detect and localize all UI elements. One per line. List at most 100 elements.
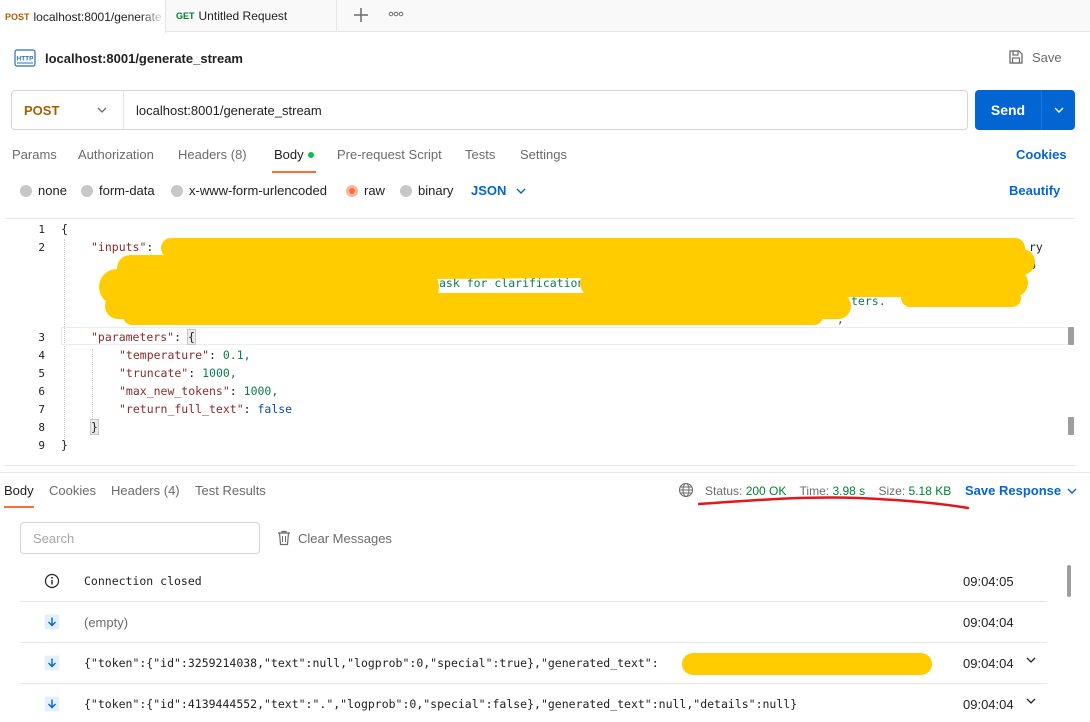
format-select[interactable]: JSON (471, 183, 526, 198)
format-label: JSON (471, 183, 507, 198)
message-time: 09:04:04 (963, 615, 1014, 630)
more-tabs-button[interactable] (388, 8, 404, 24)
section-divider (0, 472, 1090, 473)
radio-label: x-www-form-urlencoded (189, 183, 327, 198)
response-tab-body[interactable]: Body (4, 483, 34, 498)
code-brace: { (61, 222, 68, 236)
radio-label: binary (418, 183, 454, 198)
chevron-down-icon (97, 107, 107, 113)
radio-dot (400, 184, 412, 197)
tab-params[interactable]: Params (12, 147, 57, 162)
clear-messages-button[interactable]: Clear Messages (277, 530, 392, 546)
line-number: 2 (38, 241, 45, 254)
radio-form-data[interactable]: form-data (81, 183, 155, 198)
chevron-down-icon[interactable] (1026, 698, 1036, 704)
code-editor[interactable]: 1 2 3 4 5 6 7 8 9 { "inputs": ry p ask f… (5, 218, 1075, 466)
redaction-mark (682, 653, 932, 675)
tab-headers[interactable]: Headers (8) (178, 147, 247, 162)
message-row[interactable]: {"token":{"id":3259214038,"text":null,"l… (20, 643, 1047, 684)
message-row[interactable]: Connection closed 09:04:05 (20, 561, 1047, 602)
code-brace: { (186, 329, 196, 345)
active-tab-indicator (272, 171, 316, 173)
tab-prerequest-script[interactable]: Pre-request Script (337, 147, 442, 162)
request-title[interactable]: localhost:8001/generate_stream (45, 51, 243, 66)
method-select[interactable]: POST (12, 91, 124, 129)
radio-dot (171, 184, 183, 197)
send-options-button[interactable] (1042, 107, 1075, 113)
save-label: Save (1032, 49, 1062, 65)
svg-text:HTTP: HTTP (17, 56, 35, 63)
editor-scrollbar[interactable] (1068, 417, 1074, 435)
tab-body-label: Body (274, 147, 304, 162)
method-label: POST (24, 102, 60, 118)
save-icon (1009, 50, 1023, 64)
message-row[interactable]: (empty) 09:04:04 (20, 602, 1047, 643)
redaction-mark (123, 307, 823, 325)
line-number: 1 (38, 223, 45, 236)
json-key: "truncate" (119, 366, 189, 380)
message-time: 09:04:05 (963, 574, 1014, 589)
radio-binary[interactable]: binary (400, 183, 453, 198)
http-request-icon: HTTP (14, 49, 36, 67)
redaction-mark (901, 289, 1021, 307)
chevron-down-icon (516, 188, 526, 194)
tab-tests[interactable]: Tests (465, 147, 495, 162)
editor-scrollbar[interactable] (1068, 327, 1074, 345)
radio-label: form-data (99, 183, 155, 198)
tab-title: Untitled Request (198, 9, 288, 23)
beautify-button[interactable]: Beautify (1009, 183, 1060, 198)
json-value: 1000, (202, 366, 237, 380)
send-button[interactable]: Send (975, 90, 1075, 130)
save-response-label: Save Response (965, 483, 1062, 498)
plus-icon (354, 8, 368, 22)
tab-post-generate-stream[interactable]: POST localhost:8001/generate_stream (0, 0, 166, 33)
json-key: "max_new_tokens" (119, 384, 230, 398)
save-button[interactable]: Save (1008, 49, 1062, 65)
response-tab-test-results[interactable]: Test Results (195, 483, 266, 498)
message-text: (empty) (84, 615, 129, 630)
arrow-down-icon (44, 614, 60, 630)
ellipsis-icon (388, 11, 404, 17)
cookies-link[interactable]: Cookies (1016, 147, 1067, 162)
line-number: 3 (38, 331, 45, 344)
line-number: 4 (38, 349, 45, 362)
response-tab-cookies[interactable]: Cookies (49, 483, 96, 498)
tab-fade (141, 0, 165, 33)
modified-indicator (307, 151, 314, 158)
clear-messages-label: Clear Messages (298, 530, 392, 546)
message-text: {"token":{"id":4139444552,"text":".","lo… (84, 697, 798, 711)
json-key: "temperature" (119, 348, 210, 362)
response-scrollbar[interactable] (1067, 565, 1071, 597)
message-time: 09:04:04 (963, 656, 1014, 671)
active-line-highlight (61, 327, 1073, 345)
radio-urlencoded[interactable]: x-www-form-urlencoded (171, 183, 327, 198)
search-input[interactable]: Search (20, 522, 260, 554)
tab-untitled-request[interactable]: GET Untitled Request (167, 0, 337, 32)
tab-strip: POST localhost:8001/generate_stream GET … (0, 0, 1090, 33)
json-value: 0.1, (222, 348, 251, 362)
url-input[interactable]: localhost:8001/generate_stream (124, 103, 322, 118)
chevron-down-icon[interactable] (1026, 657, 1036, 663)
radio-none[interactable]: none (20, 183, 67, 198)
tab-body[interactable]: Body (274, 147, 314, 162)
info-icon (44, 573, 60, 589)
globe-icon[interactable] (678, 482, 694, 498)
send-label: Send (990, 102, 1026, 118)
code-line-max-new-tokens: "max_new_tokens": 1000, (119, 384, 279, 398)
save-response-button[interactable]: Save Response (965, 483, 1077, 498)
new-tab-button[interactable] (351, 5, 371, 25)
radio-dot-selected (346, 184, 358, 197)
chevron-down-icon (1067, 488, 1077, 494)
code-line-return-full-text: "return_full_text": false (119, 402, 293, 416)
radio-raw[interactable]: raw (346, 183, 385, 198)
url-bar: POST localhost:8001/generate_stream (11, 90, 968, 130)
tab-authorization[interactable]: Authorization (78, 147, 154, 162)
radio-label: raw (364, 183, 385, 198)
response-tab-headers[interactable]: Headers (4) (111, 483, 180, 498)
json-key: "parameters" (91, 330, 175, 344)
json-value: false (257, 402, 293, 416)
message-text: Connection closed (84, 574, 202, 588)
message-row[interactable]: {"token":{"id":4139444552,"text":".","lo… (20, 684, 1047, 722)
arrow-down-icon (44, 696, 60, 712)
tab-settings[interactable]: Settings (520, 147, 567, 162)
